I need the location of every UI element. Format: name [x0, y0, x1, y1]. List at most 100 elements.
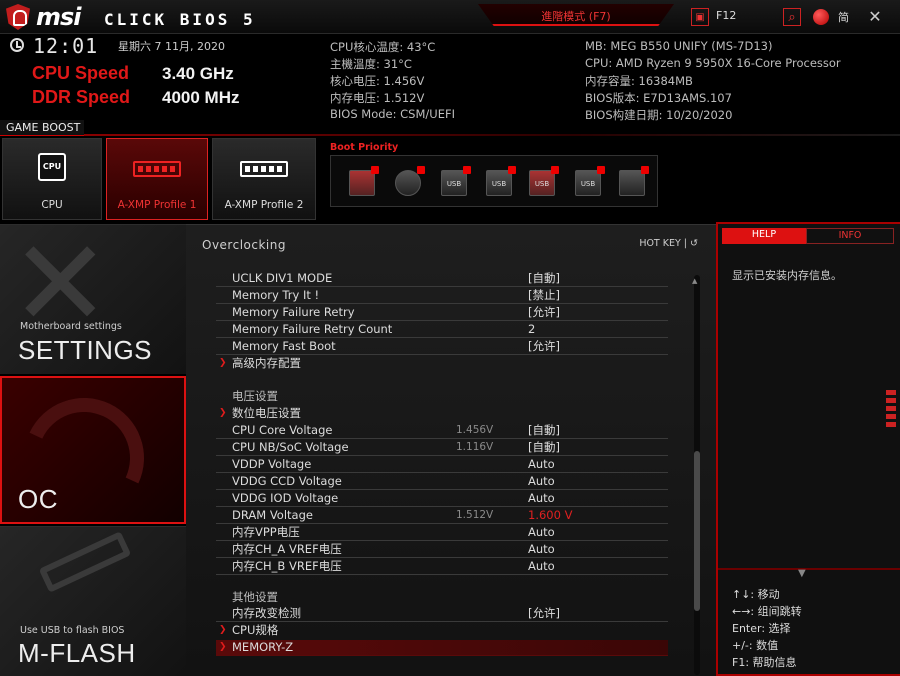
- scrollbar-thumb[interactable]: [694, 451, 700, 611]
- boot-device-usb[interactable]: USB: [441, 166, 471, 198]
- product-title: CLICK BIOS 5: [104, 10, 256, 29]
- ddr-speed-label: DDR Speed: [32, 87, 131, 107]
- boot-enabled-indicator: [641, 166, 649, 174]
- setting-row[interactable]: CPU NB/SoC Voltage 1.116V [自動]: [216, 440, 668, 456]
- nav-mflash-subtitle: Use USB to flash BIOS: [20, 625, 125, 636]
- screenshot-icon[interactable]: ▣: [691, 8, 709, 26]
- scroll-up-icon[interactable]: ▲: [692, 277, 697, 285]
- nav-oc[interactable]: OC: [0, 376, 186, 524]
- profile-axmp1-label: A-XMP Profile 1: [117, 199, 197, 211]
- cpu-model: CPU: AMD Ryzen 9 5950X 16-Core Processor: [585, 56, 841, 70]
- setting-row[interactable]: VDDG CCD Voltage Auto: [216, 474, 668, 490]
- setting-row[interactable]: Memory Failure Retry [允许]: [216, 305, 668, 321]
- memory-size: 内存容量: 16384MB: [585, 74, 693, 88]
- profile-cpu-button[interactable]: CPU CPU: [2, 138, 102, 220]
- brand-logo: msi: [36, 3, 82, 31]
- memory-voltage: 内存电压: 1.512V: [330, 91, 425, 105]
- nav-mflash[interactable]: Use USB to flash BIOS M-FLASH: [0, 526, 186, 676]
- key-legend-item: +/-: 数值: [732, 639, 779, 652]
- cpu-speed-label: CPU Speed: [32, 63, 130, 83]
- profile-axmp1-button[interactable]: A-XMP Profile 1: [106, 138, 208, 220]
- bios-mode: BIOS Mode: CSM/UEFI: [330, 107, 455, 121]
- nav-settings[interactable]: ✕ Motherboard settings SETTINGS: [0, 224, 186, 374]
- boot-device-usb-disc[interactable]: USB: [486, 166, 516, 198]
- profile-axmp2-label: A-XMP Profile 2: [224, 199, 304, 211]
- cpu-chip-icon: CPU: [38, 153, 66, 181]
- profile-axmp2-button[interactable]: A-XMP Profile 2: [212, 138, 316, 220]
- key-legend-item: ←→: 组间跳转: [732, 605, 802, 618]
- game-boost-label[interactable]: GAME BOOST: [0, 120, 84, 136]
- key-legend: ↑↓: 移动 ←→: 组间跳转 Enter: 选择 +/-: 数值 F1: 帮助…: [732, 586, 802, 671]
- setting-row[interactable]: Memory Fast Boot [允许]: [216, 339, 668, 355]
- setting-row[interactable]: 内存CH_B VREF电压 Auto: [216, 559, 668, 575]
- help-divider: [718, 568, 900, 570]
- section-header-other: 其他设置: [232, 590, 278, 604]
- submenu-row[interactable]: ❯ 数位电压设置: [216, 406, 668, 422]
- game-boost-divider: [84, 134, 900, 136]
- boot-enabled-indicator: [597, 166, 605, 174]
- setting-row[interactable]: 内存CH_A VREF电压 Auto: [216, 542, 668, 558]
- language-label[interactable]: 简: [838, 9, 849, 25]
- setting-row[interactable]: VDDG IOD Voltage Auto: [216, 491, 668, 507]
- bios-version: BIOS版本: E7D13AMS.107: [585, 91, 732, 105]
- breadcrumb: Overclocking: [202, 238, 286, 252]
- submenu-arrow-icon: ❯: [219, 358, 227, 368]
- nav-settings-subtitle: Motherboard settings: [20, 321, 122, 332]
- boot-device-usb-floppy[interactable]: USB: [529, 166, 559, 198]
- setting-row[interactable]: 内存VPP电压 Auto: [216, 525, 668, 541]
- top-bar: msi CLICK BIOS 5 進階模式 (F7) ▣ F12 ⌕ 简 ✕: [0, 0, 900, 34]
- usb-stick-icon: [38, 531, 132, 593]
- boot-enabled-indicator: [371, 166, 379, 174]
- boot-device-usb-drive[interactable]: USB: [575, 166, 605, 198]
- motherboard-model: MB: MEG B550 UNIFY (MS-7D13): [585, 39, 773, 53]
- cpu-temp: CPU核心温度: 43°C: [330, 40, 436, 54]
- boot-enabled-indicator: [551, 166, 559, 174]
- boot-enabled-indicator: [417, 166, 425, 174]
- nav-mflash-label: M-FLASH: [18, 638, 136, 668]
- screenshot-key-label: F12: [716, 9, 737, 22]
- setting-row-dram-voltage[interactable]: DRAM Voltage 1.512V 1.600 V: [216, 508, 668, 524]
- boot-enabled-indicator: [463, 166, 471, 174]
- boot-priority-title: Boot Priority: [330, 142, 399, 153]
- language-globe-icon[interactable]: [813, 9, 829, 25]
- system-info-header: 12:01 星期六 7 11月, 2020 CPU Speed 3.40 GHz…: [0, 34, 900, 122]
- setting-row[interactable]: Memory Try It ! [禁止]: [216, 288, 668, 304]
- nav-oc-label: OC: [18, 484, 58, 514]
- setting-row[interactable]: VDDP Voltage Auto: [216, 457, 668, 473]
- memory-module-icon: [133, 161, 181, 177]
- help-panel: HELP INFO 显示已安装内存信息。 ▼ ↑↓: 移动 ←→: 组间跳转 E…: [716, 222, 900, 676]
- submenu-row[interactable]: ❯ 高级内存配置: [216, 356, 668, 372]
- boot-device-optical[interactable]: [395, 166, 425, 198]
- tab-help[interactable]: HELP: [722, 228, 806, 244]
- hotkey-button[interactable]: HOT KEY | ↺: [639, 238, 698, 249]
- key-legend-item: F1: 帮助信息: [732, 656, 797, 669]
- chevron-down-icon[interactable]: ▼: [798, 568, 806, 579]
- setting-row[interactable]: 内存改变检测 [允许]: [216, 606, 668, 622]
- submenu-row[interactable]: ❯ CPU规格: [216, 623, 668, 639]
- submenu-arrow-icon: ❯: [219, 642, 227, 652]
- tab-info[interactable]: INFO: [806, 228, 894, 244]
- clock-date: 星期六 7 11月, 2020: [118, 40, 225, 53]
- memory-module-icon: [240, 161, 288, 177]
- setting-row[interactable]: Memory Failure Retry Count 2: [216, 322, 668, 338]
- boot-enabled-indicator: [508, 166, 516, 174]
- setting-row[interactable]: CPU Core Voltage 1.456V [自動]: [216, 423, 668, 439]
- bios-build-date: BIOS构建日期: 10/20/2020: [585, 108, 733, 122]
- boot-device-network[interactable]: [619, 166, 649, 198]
- setting-row[interactable]: UCLK DIV1 MODE [自動]: [216, 271, 668, 287]
- close-icon[interactable]: ✕: [866, 8, 884, 26]
- submenu-arrow-icon: ❯: [219, 408, 227, 418]
- clock-icon: [10, 38, 24, 52]
- submenu-row-selected[interactable]: ❯ MEMORY-Z: [216, 640, 668, 656]
- panel-collapse-handle[interactable]: [886, 390, 896, 428]
- boot-device-hdd[interactable]: [349, 166, 379, 198]
- overclocking-panel: Overclocking HOT KEY | ↺ UCLK DIV1 MODE[…: [186, 224, 716, 676]
- clock-time: 12:01: [33, 34, 99, 58]
- submenu-arrow-icon: ❯: [219, 625, 227, 635]
- nav-settings-label: SETTINGS: [18, 335, 153, 365]
- advanced-mode-tab[interactable]: 進階模式 (F7): [478, 4, 674, 26]
- mb-temp: 主機溫度: 31°C: [330, 57, 412, 71]
- search-icon[interactable]: ⌕: [783, 8, 801, 26]
- section-header-voltage: 电压设置: [232, 389, 278, 403]
- key-legend-item: ↑↓: 移动: [732, 588, 780, 601]
